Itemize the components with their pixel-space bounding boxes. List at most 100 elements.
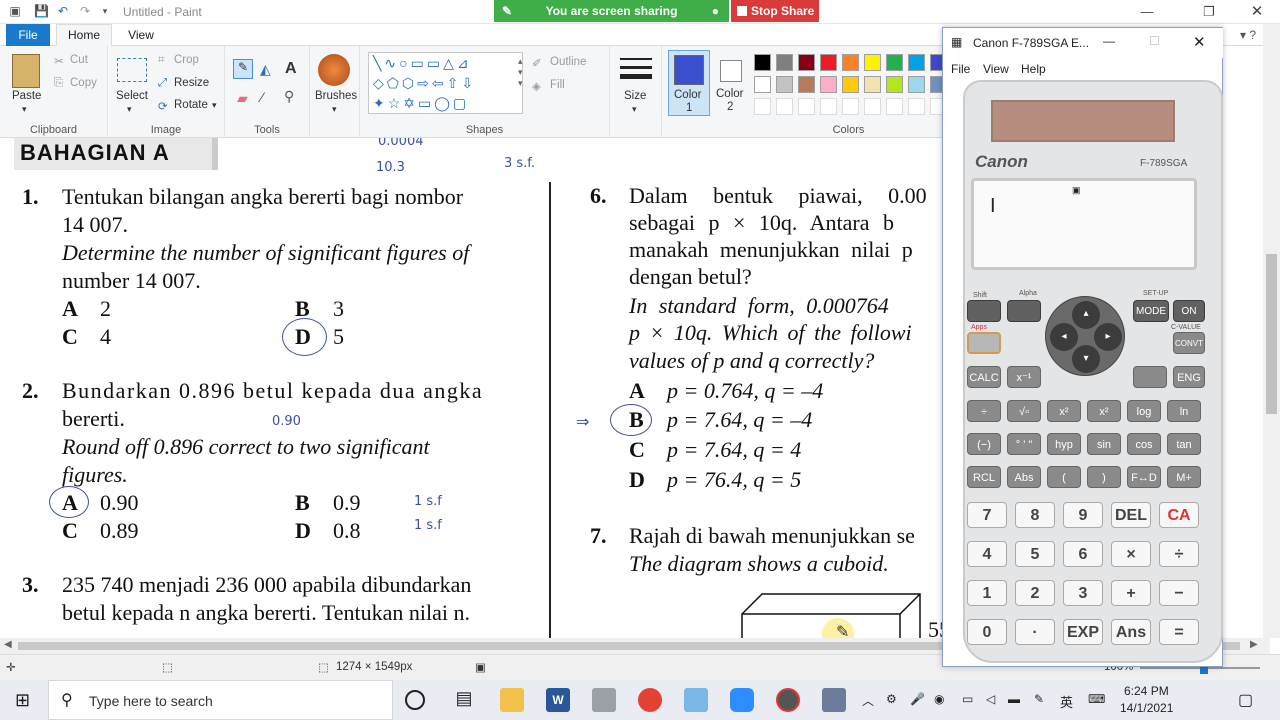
custom-color-slot[interactable] [842,98,859,115]
microphone-icon[interactable]: 🎤 [910,692,925,706]
close-paren-key[interactable]: ) [1087,466,1121,488]
calc-key[interactable]: CALC [967,366,1001,388]
app-icon[interactable] [822,688,846,712]
custom-color-slot[interactable] [886,98,903,115]
calculator-menu-view[interactable]: View [983,62,1009,76]
nav-up-icon[interactable]: ▴ [1072,301,1100,329]
nav-right-icon[interactable]: ▸ [1094,323,1122,351]
battery-icon[interactable]: ▬ [1008,692,1020,706]
color-swatch[interactable] [776,76,793,93]
calculator-minimize-button[interactable]: — [1103,34,1115,48]
maximize-button[interactable]: ❐ [1195,2,1223,22]
color-swatch[interactable] [820,76,837,93]
paste-icon[interactable] [12,54,40,88]
key-8[interactable]: 8 [1015,502,1055,528]
size-group[interactable]: Size ▾ [610,46,662,138]
save-icon[interactable]: 💾 [34,4,49,18]
key-4[interactable]: 4 [967,541,1007,567]
brushes-dropdown-icon[interactable]: ▾ [332,104,337,115]
convt-key[interactable]: CONVT [1173,332,1205,354]
cut-button[interactable]: Cut [70,54,88,66]
fraction-key[interactable] [1133,366,1167,388]
notifications-icon[interactable]: ▢ [1238,690,1253,710]
negative-key[interactable]: (−) [967,433,1001,455]
custom-color-slot[interactable] [754,98,771,115]
open-paren-key[interactable]: ( [1047,466,1081,488]
color-swatch[interactable] [776,54,793,71]
zoom-app-icon[interactable] [730,688,754,712]
key-3[interactable]: 3 [1063,580,1103,606]
f-d-key[interactable]: F↔D [1127,466,1161,488]
sin-key[interactable]: sin [1087,433,1121,455]
custom-color-slot[interactable] [908,98,925,115]
word-icon[interactable]: W [546,688,570,712]
key-9[interactable]: 9 [1063,502,1103,528]
shapes-gallery[interactable]: ╲∿○▭▭△⊿ ◇⬠⬡⇨⇦⇧⇩ ✦☆✡▭◯▢ [368,52,523,114]
scroll-right-icon[interactable]: ▶ [1250,639,1258,650]
color-swatch[interactable] [820,54,837,71]
speaker-icon[interactable]: ◁ [986,692,995,706]
color-swatch[interactable] [864,54,881,71]
minimize-button[interactable]: — [1133,2,1161,22]
fill-bucket-icon[interactable]: ◭ [260,61,271,78]
color1-button[interactable]: Color 1 [668,50,710,116]
minus-key[interactable]: − [1159,580,1199,606]
abs-key[interactable]: Abs [1007,466,1041,488]
shapes-scroll-icon[interactable]: ▴ ▾ ▾ [518,56,523,89]
custom-color-slot[interactable] [820,98,837,115]
rotate-button[interactable]: Rotate [174,99,208,111]
plus-key[interactable]: + [1111,580,1151,606]
canvas-document[interactable]: BAHAGIAN A 0.0004 10.3 3 s.f. 1. Tentuka… [0,138,943,638]
task-view-icon[interactable]: ▤ [452,688,476,712]
del-key[interactable]: DEL [1111,502,1151,528]
custom-color-slot[interactable] [776,98,793,115]
mode-key[interactable]: MODE [1133,300,1169,322]
color-swatch[interactable] [754,76,771,93]
cos-key[interactable]: cos [1127,433,1161,455]
calculator-menu-help[interactable]: Help [1021,62,1046,76]
key-0[interactable]: 0 [967,619,1007,645]
size-dropdown-icon[interactable]: ▾ [632,104,637,115]
camera-icon[interactable]: ◉ [934,692,944,706]
exp-key[interactable]: EXP [1063,619,1103,645]
key-7[interactable]: 7 [967,502,1007,528]
calculator-close-button[interactable]: ✕ [1193,33,1206,51]
color-swatch[interactable] [908,76,925,93]
clock-time[interactable]: 6:24 PM [1124,684,1169,698]
color-swatch[interactable] [886,54,903,71]
tab-file[interactable]: File [6,24,50,46]
outline-button[interactable]: Outline [550,56,586,68]
multiply-key[interactable]: × [1111,541,1151,567]
paste-dropdown-icon[interactable]: ▾ [22,104,27,115]
paste-button[interactable]: Paste [12,90,41,102]
fraction-divide-key[interactable]: ÷ [967,400,1001,422]
sqrt-key[interactable]: √▫ [1007,400,1041,422]
key-6[interactable]: 6 [1063,541,1103,567]
key-5[interactable]: 5 [1015,541,1055,567]
chrome-icon[interactable] [638,688,662,712]
key-2[interactable]: 2 [1015,580,1055,606]
tan-key[interactable]: tan [1167,433,1201,455]
ca-key[interactable]: CA [1159,502,1199,528]
divide-key[interactable]: ÷ [1159,541,1199,567]
hyp-key[interactable]: hyp [1047,433,1081,455]
brushes-icon[interactable] [318,54,350,86]
magnifier-icon[interactable]: ⚲ [284,88,294,105]
fill-button[interactable]: Fill [550,79,565,91]
cortana-icon[interactable] [405,690,425,710]
windows-start-icon[interactable]: ⊞ [15,690,30,711]
calculator-maximize-button[interactable]: ☐ [1149,34,1160,48]
color-swatch[interactable] [886,76,903,93]
tray-icon[interactable]: ⚙ [886,692,897,706]
copy-button[interactable]: Copy [70,77,97,89]
custom-color-slot[interactable] [798,98,815,115]
ln-key[interactable]: ln [1167,400,1201,422]
color-swatch[interactable] [864,76,881,93]
color-picker-icon[interactable]: ⁄ [261,89,263,105]
shift-key[interactable] [967,300,1001,322]
scroll-left-icon[interactable]: ◀ [4,639,12,650]
calculator-menu-file[interactable]: File [951,62,970,76]
eraser-icon[interactable]: ▰ [237,90,248,107]
m-plus-key[interactable]: M+ [1167,466,1201,488]
color-swatch[interactable] [908,54,925,71]
